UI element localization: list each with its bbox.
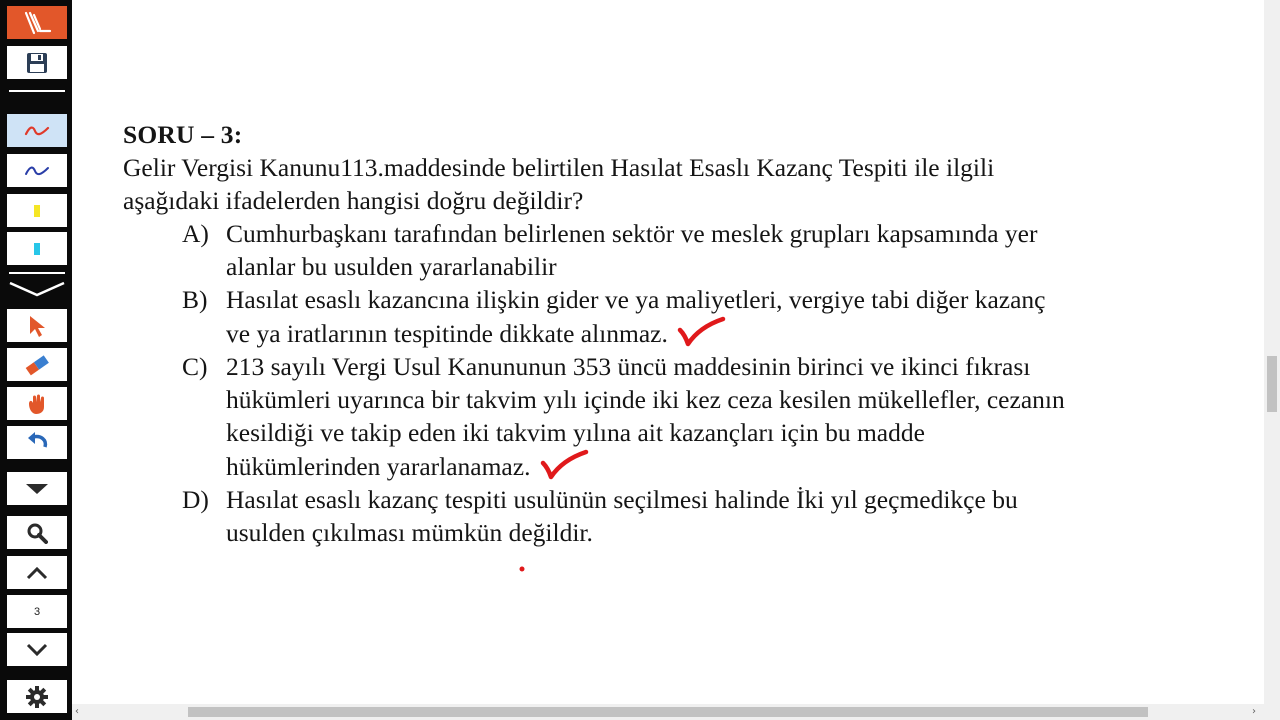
eraser-icon	[25, 354, 49, 375]
option-text-line: usulden çıkılması mümkün değildir.	[226, 518, 593, 547]
collapse-chevron-icon	[9, 281, 65, 297]
checkmark-icon	[540, 449, 589, 480]
question-title: SORU – 3:	[123, 120, 243, 149]
cyan-highlighter-icon	[34, 242, 40, 255]
page-up-icon	[26, 566, 48, 579]
option-letter: D)	[182, 485, 209, 514]
dropdown-icon	[26, 483, 48, 494]
option-a: A) Cumhurbaşkanı tarafından belirlenen s…	[182, 217, 1213, 283]
option-text-line: Hasılat esaslı kazancına ilişkin gider v…	[226, 285, 1046, 314]
save-icon	[27, 52, 47, 73]
settings-button[interactable]	[7, 680, 67, 713]
vertical-scroll-thumb[interactable]	[1267, 356, 1277, 412]
option-letter: B)	[182, 285, 208, 314]
search-button[interactable]	[7, 516, 67, 549]
horizontal-scroll-thumb[interactable]	[188, 707, 1148, 717]
page-number: 3	[33, 605, 41, 618]
option-letter: C)	[182, 352, 208, 381]
option-c: C) 213 sayılı Vergi Usul Kanununun 353 ü…	[182, 350, 1213, 483]
pen-logo-button[interactable]	[7, 6, 67, 39]
option-d: D) Hasılat esaslı kazanç tespiti usulünü…	[182, 483, 1213, 549]
red-pen-button[interactable]	[7, 114, 67, 147]
red-pen-icon	[24, 126, 50, 135]
document-page: SORU – 3: Gelir Vergisi Kanunu113.maddes…	[72, 0, 1264, 704]
scroll-right-icon[interactable]: ›	[1252, 706, 1256, 717]
save-button[interactable]	[7, 46, 67, 79]
blue-pen-button[interactable]	[7, 154, 67, 187]
scroll-left-icon[interactable]: ‹	[75, 706, 79, 717]
yellow-highlighter-button[interactable]	[7, 194, 67, 227]
question-block: SORU – 3: Gelir Vergisi Kanunu113.maddes…	[123, 118, 1213, 549]
hand-tool-button[interactable]	[7, 387, 67, 420]
option-text-line: Hasılat esaslı kazanç tespiti usulünün s…	[226, 485, 1018, 514]
option-letter: A)	[182, 219, 209, 248]
option-text-line: kesildiği ve takip eden iki takvim yılın…	[226, 418, 925, 447]
horizontal-scrollbar[interactable]: ‹ ›	[72, 704, 1264, 720]
gear-icon	[26, 685, 48, 708]
option-text-line: hükümlerinden yararlanamaz.	[226, 452, 531, 481]
annotation-toolbar: 3	[0, 0, 72, 720]
eraser-button[interactable]	[7, 348, 67, 381]
search-icon	[27, 523, 48, 544]
yellow-highlighter-icon	[34, 204, 40, 217]
option-text-line: Cumhurbaşkanı tarafından belirlenen sekt…	[226, 219, 1038, 248]
toolbar-separator	[9, 90, 65, 92]
pointer-tool-button[interactable]	[7, 309, 67, 342]
pen-logo-icon	[24, 11, 52, 34]
checkmark-icon	[677, 316, 726, 347]
undo-icon	[28, 431, 48, 447]
hand-icon	[29, 394, 44, 414]
blue-pen-icon	[25, 166, 49, 175]
collapse-toolbar-button[interactable]	[8, 279, 66, 306]
option-text-line: ve ya iratlarının tespitinde dikkate alı…	[226, 319, 668, 348]
pointer-arrow-icon	[30, 315, 45, 337]
more-options-button[interactable]	[7, 472, 67, 505]
red-pen-dot	[519, 566, 525, 572]
page-down-icon	[26, 643, 48, 656]
page-up-button[interactable]	[7, 556, 67, 589]
toolbar-separator	[9, 272, 65, 274]
option-b: B) Hasılat esaslı kazancına ilişkin gide…	[182, 283, 1213, 350]
page-down-button[interactable]	[7, 633, 67, 666]
page-number-box[interactable]: 3	[7, 595, 67, 628]
undo-button[interactable]	[7, 426, 67, 459]
question-stem-line: Gelir Vergisi Kanunu113.maddesinde belir…	[123, 153, 995, 182]
option-text-line: hükümleri uyarınca bir takvim yılı içind…	[226, 385, 1065, 414]
question-stem-line: aşağıdaki ifadelerden hangisi doğru deği…	[123, 186, 584, 215]
cyan-highlighter-button[interactable]	[7, 232, 67, 265]
vertical-scrollbar[interactable]	[1264, 0, 1280, 720]
option-text-line: alanlar bu usulden yararlanabilir	[226, 252, 557, 281]
option-text-line: 213 sayılı Vergi Usul Kanununun 353 üncü…	[226, 352, 1031, 381]
